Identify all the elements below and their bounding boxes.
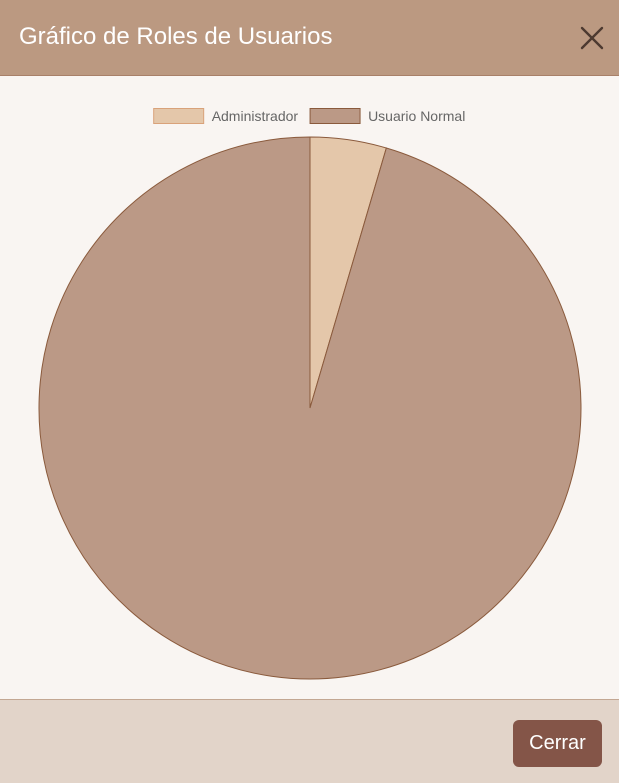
modal-footer: Cerrar — [0, 699, 619, 783]
pie-slice-usuario-normal[interactable] — [38, 136, 582, 680]
close-modal-button[interactable]: Cerrar — [513, 720, 602, 767]
legend-swatch — [309, 108, 361, 124]
close-icon — [580, 26, 604, 50]
modal-title: Gráfico de Roles de Usuarios — [19, 23, 333, 50]
legend-item[interactable]: Usuario Normal — [309, 108, 465, 124]
modal-header: Gráfico de Roles de Usuarios — [0, 0, 619, 76]
pie-chart: Administrador Usuario Normal — [38, 108, 582, 680]
legend-item[interactable]: Administrador — [153, 108, 299, 124]
legend-swatch — [153, 108, 205, 124]
legend-label: Usuario Normal — [368, 108, 465, 124]
legend-label: Administrador — [212, 108, 299, 124]
modal-body: Administrador Usuario Normal — [0, 76, 619, 699]
chart-modal: Gráfico de Roles de Usuarios Administrad… — [0, 0, 619, 783]
close-button[interactable] — [574, 20, 610, 56]
